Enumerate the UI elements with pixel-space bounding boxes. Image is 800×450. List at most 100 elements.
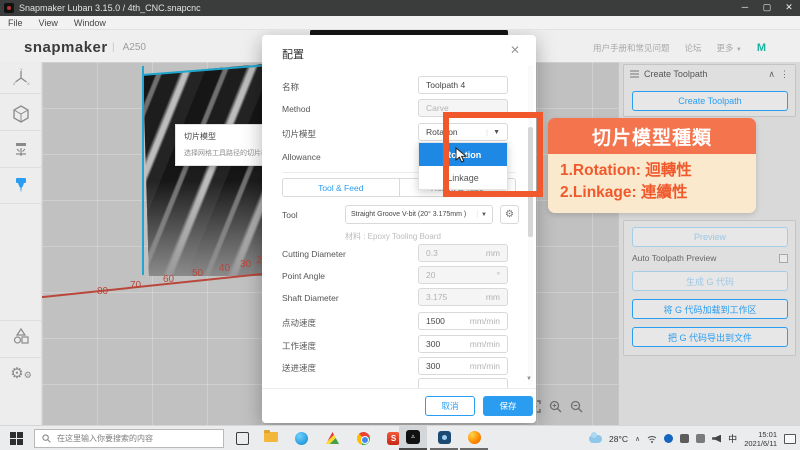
axis-tick-label: 30 [240,259,251,270]
plunge-speed-input[interactable]: 300mm/min [418,357,508,375]
create-toolpath-button[interactable]: Create Toolpath [632,91,788,111]
export-gcode-button[interactable]: 把 G 代码导出到文件 [632,327,788,347]
jog-speed-label: 点动速度 [282,317,316,329]
jog-speed-input[interactable]: 1500mm/min [418,312,508,330]
save-button[interactable]: 保存 [483,396,533,416]
gcode-section: Preview Auto Toolpath Preview 生成 G 代码 将 … [623,220,796,356]
clock[interactable]: 15:01 2021/6/11 [744,430,777,448]
task-view-icon[interactable] [236,432,249,445]
zoom-in-icon[interactable] [549,400,562,413]
drag-handle-icon[interactable] [630,70,639,78]
section-title: Create Toolpath [644,69,707,79]
tray-app-icon[interactable] [680,434,689,443]
work-speed-label: 工作速度 [282,340,316,352]
mouse-cursor [455,147,467,163]
minimize-button[interactable]: ─ [734,0,756,16]
hidden-icons-chevron[interactable]: ∧ [635,435,640,443]
cancel-button[interactable]: 取消 [425,396,475,416]
svg-text:X: X [27,81,30,86]
chevron-down-icon: ▼ [481,212,487,218]
generate-gcode-button[interactable]: 生成 G 代码 [632,271,788,291]
chrome-icon[interactable] [357,432,370,445]
search-placeholder: 在这里输入你要搜索的内容 [57,433,153,444]
machine-model: |A250 [112,42,146,53]
shapes-icon[interactable] [0,326,42,346]
luban-app-icon: ▵ [406,430,420,444]
zoom-out-icon[interactable] [570,400,583,413]
cnc-icon[interactable] [0,176,42,196]
tool-select[interactable]: Straight Groove V-bit (20° 3.175mm ) | ▼ [345,205,493,224]
svg-text:Y: Y [20,68,23,72]
axes-icon[interactable]: YZX [0,68,42,88]
material-info: 材料 : Epoxy Tooling Board [345,231,441,242]
date: 2021/6/11 [744,439,777,448]
annotation-line: 1.Rotation: 迴轉性 [560,160,744,182]
camera-app-icon [438,431,451,444]
annotation-callout: 切片模型種類 1.Rotation: 迴轉性 2.Linkage: 連續性 [548,118,756,213]
dialog-close-icon[interactable]: ✕ [510,43,520,57]
link-user-manual[interactable]: 用户手册和常见问题 [593,42,670,54]
camera-taskbar-app[interactable] [430,426,458,450]
chevron-down-icon: ▼ [736,47,742,53]
scroll-down-icon[interactable]: ▼ [526,376,532,382]
settings-gears-icon[interactable]: ⚙⚙ [0,364,42,382]
m-badge[interactable]: M [757,42,766,54]
axis-tick-label: 80 [97,286,108,297]
screen: 80 70 60 50 40 30 20 切片模型 选择网格工具路径的切片模式 … [0,0,800,450]
laser-icon[interactable] [0,140,42,160]
point-angle-label: Point Angle [282,271,325,281]
onedrive-icon[interactable] [664,434,673,443]
menu-window[interactable]: Window [74,18,106,28]
network-icon[interactable] [647,435,657,443]
close-window-button[interactable]: ✕ [778,0,800,16]
search-input[interactable]: 在这里输入你要搜索的内容 [34,429,224,448]
tool-settings-button[interactable]: ⚙ [500,205,519,224]
point-angle-input: 20° [418,266,508,284]
work-speed-input[interactable]: 300mm/min [418,335,508,353]
temperature[interactable]: 28°C [609,434,628,444]
create-toolpath-section: Create Toolpath ∧ ⋮ Create Toolpath [623,64,796,117]
name-input[interactable]: Toolpath 4 [418,76,508,94]
start-button[interactable] [10,432,23,445]
collapse-icon[interactable]: ∧ [768,69,775,80]
axis-tick-label: 60 [163,274,174,285]
windows-taskbar: 在这里输入你要搜索的内容 S ▵ 28°C ∧ 中 15:01 2021/6/1… [0,425,800,450]
link-forum[interactable]: 论坛 [684,42,701,54]
load-gcode-button[interactable]: 将 G 代码加载到工作区 [632,299,788,319]
menu-view[interactable]: View [39,18,58,28]
right-panel: Create Toolpath ∧ ⋮ Create Toolpath Prev… [618,62,800,425]
maximize-button[interactable]: ▢ [756,0,778,16]
method-label: Method [282,104,310,114]
firefox-icon [468,431,481,444]
tool-sidebar: YZX ⚙⚙ [0,62,42,425]
weather-icon[interactable] [589,435,602,443]
volume-icon[interactable] [712,435,721,443]
input-language[interactable]: 中 [728,432,737,445]
cutting-diameter-label: Cutting Diameter [282,249,346,259]
tab-tool-feed[interactable]: Tool & Feed [283,179,400,196]
shaft-diameter-label: Shaft Diameter [282,293,339,303]
link-more[interactable]: 更多 ▼ [716,42,741,54]
tray-app-icon[interactable] [696,434,705,443]
firefox-taskbar-app[interactable] [460,426,488,450]
preview-button[interactable]: Preview [632,227,788,247]
printing-3d-icon[interactable] [0,104,42,124]
cnc-model-preview[interactable] [143,64,263,276]
browser-app-icon[interactable] [295,432,308,445]
notification-center-icon[interactable] [784,434,796,444]
file-explorer-icon[interactable] [264,432,278,442]
window-titlebar: Snapmaker Luban 3.15.0 / 4th_CNC.snapcnc [0,0,800,16]
allowance-label: Allowance [282,152,321,162]
axis-tick-label: 70 [130,280,141,291]
luban-taskbar-app[interactable]: ▵ [399,426,427,450]
snapmaker-logo: snapmaker [24,39,108,56]
auto-preview-checkbox[interactable] [779,254,788,263]
menu-bar: File View Window [0,16,800,30]
menu-file[interactable]: File [8,18,23,28]
config-dialog: 配置 ✕ 名称 Toolpath 4 Method Carve 切片模型 Rot… [262,35,536,423]
viewer-app-icon[interactable] [326,432,339,444]
annotation-title: 切片模型種類 [548,118,756,154]
name-label: 名称 [282,81,299,93]
time: 15:01 [758,430,777,439]
kebab-menu-icon[interactable]: ⋮ [780,69,789,80]
